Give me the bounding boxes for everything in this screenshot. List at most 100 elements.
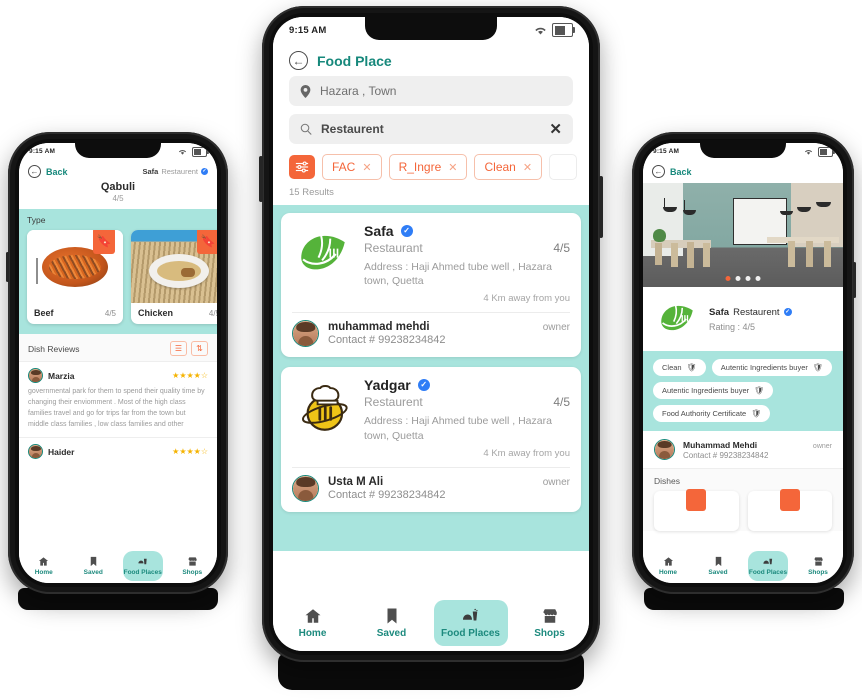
tag-label: Autentic Ingredients buyer (720, 363, 808, 372)
nav-label: Saved (376, 628, 407, 639)
sort-icon[interactable]: ⇅ (191, 341, 208, 356)
business-type: Restaurent (733, 306, 780, 318)
owner-role: owner (812, 442, 832, 450)
food-places-icon (138, 558, 147, 565)
nav-item-saved[interactable]: Saved (698, 551, 738, 581)
type-card[interactable]: 🔖 Chicken 4/5 (131, 230, 217, 324)
home-icon (663, 557, 673, 566)
notch (700, 143, 786, 158)
bookmark-icon[interactable]: 🔖 (93, 230, 115, 254)
nav-item-saved[interactable]: Saved (73, 551, 113, 581)
nav-item-shops[interactable]: Shops (172, 551, 212, 581)
divider (292, 312, 570, 314)
shield-icon: 🛡 (686, 363, 697, 372)
nav-item-home[interactable]: Home (648, 551, 688, 581)
restaurant-type: Restaurant (364, 241, 423, 255)
bookmark-icon[interactable]: 🔖 (197, 230, 217, 254)
phone-right-screen: 9:15 AM ← Back Safa Restaurent ✓ Rating … (643, 143, 843, 583)
gallery-dot[interactable] (735, 276, 741, 281)
close-icon[interactable]: ✕ (523, 161, 532, 174)
nav-item-food-places[interactable]: Food Places (433, 600, 508, 646)
verified-icon: ✓ (201, 168, 208, 175)
owner-row[interactable]: Usta M Ali owner Contact # 99238234842 (292, 474, 570, 502)
nav-label: Food Places (441, 628, 500, 639)
type-rating: 4/5 (208, 308, 217, 318)
food-places-icon (463, 608, 478, 621)
close-icon[interactable]: ✕ (362, 161, 371, 174)
business-rating: Rating : 4/5 (709, 321, 756, 332)
badge-type: Restaurent (161, 167, 198, 176)
bookmark-icon (387, 608, 396, 624)
gallery-image[interactable] (643, 183, 843, 287)
filter-chip[interactable]: Clean ✕ (474, 154, 543, 180)
restaurant-card[interactable]: Safa ✓ Restaurant 4/5 Address : Haji Ahm… (281, 213, 581, 358)
location-input[interactable]: Hazara , Town (289, 76, 573, 106)
leaf-fork-logo (655, 297, 699, 341)
restaurant-address: Address : Haji Ahmed tube well , Hazara … (364, 261, 552, 288)
close-icon[interactable]: ✕ (549, 120, 562, 138)
restaurant-card[interactable]: Yadgar ✓ Restaurent 4/5 Address : Haji A… (281, 367, 581, 512)
back-arrow-icon[interactable]: ← (289, 51, 308, 70)
owner-name: Usta M Ali (328, 475, 384, 488)
back-button-label[interactable]: Back (670, 167, 692, 177)
nav-item-food-places[interactable]: Food Places (122, 551, 163, 581)
phone-mid-screen: 9:15 AM ← Food Place Hazara , Town Resta… (273, 17, 589, 651)
nav-item-saved[interactable]: Saved (355, 600, 429, 646)
back-button-label[interactable]: Back (46, 167, 68, 177)
nav-item-home[interactable]: Home (276, 600, 350, 646)
owner-row[interactable]: muhammad mehdi owner Contact # 992382348… (292, 320, 570, 348)
type-card[interactable]: 🔖 Beef 4/5 (27, 230, 123, 324)
chip-label: R_Ingre (398, 160, 442, 174)
owner-row[interactable]: Muhammad Mehdi owner Contact # 992382348… (643, 431, 843, 469)
bookmark-icon[interactable] (686, 489, 707, 511)
certification-tag[interactable]: Autentic Ingredients buyer 🛡 (653, 382, 774, 399)
avatar (292, 474, 319, 502)
restaurant-rating: 4/5 (553, 395, 570, 410)
home-icon (305, 609, 320, 623)
certification-tag[interactable]: Clean 🛡 (653, 359, 706, 376)
chip-label: FAC (332, 160, 356, 174)
owner-contact: Contact # 99238234842 (328, 488, 446, 501)
nav-item-home[interactable]: Home (24, 551, 64, 581)
dish-card[interactable] (747, 489, 832, 531)
nav-item-shops[interactable]: Shops (798, 551, 838, 581)
badge-name: Safa (142, 167, 159, 176)
mid-header: ← Food Place (273, 43, 589, 76)
restaurant-name: Yadgar (364, 377, 411, 394)
filter-icon[interactable]: ☰ (170, 341, 187, 356)
search-icon (300, 123, 312, 135)
gallery-dot[interactable] (755, 276, 761, 281)
gallery-dot[interactable] (725, 276, 731, 281)
dish-card[interactable] (654, 489, 739, 531)
home-icon (39, 557, 49, 566)
review-text: governmental park for them to spend thei… (28, 388, 205, 428)
leaf-fork-logo (292, 223, 354, 285)
type-rating: 4/5 (104, 308, 116, 318)
back-arrow-icon[interactable]: ← (652, 165, 665, 178)
nav-item-food-places[interactable]: Food Places (748, 551, 788, 581)
restaurant-badge[interactable]: Safa Restaurent ✓ (142, 167, 208, 176)
certification-tag[interactable]: Food Authority Certificate 🛡 (653, 405, 771, 422)
filter-settings-icon[interactable] (289, 155, 315, 179)
battery-icon (552, 23, 575, 37)
search-input[interactable]: Restaurent ✕ (289, 114, 573, 144)
certification-tag[interactable]: Autentic Ingredients buyer 🛡 (711, 359, 833, 376)
filter-chip-overflow[interactable] (549, 154, 578, 180)
dishes-grid (643, 489, 843, 531)
nav-item-shops[interactable]: Shops (513, 600, 587, 646)
close-icon[interactable]: ✕ (448, 161, 457, 174)
restaurant-distance: 4 Km away from you (483, 447, 570, 459)
nav-label: Shops (808, 569, 828, 576)
nav-label: Shops (534, 628, 565, 639)
filter-chip[interactable]: FAC ✕ (322, 154, 382, 180)
gallery-dot[interactable] (745, 276, 751, 281)
phone-right: 9:15 AM ← Back Safa Restaurent ✓ Rating … (632, 132, 856, 594)
certification-tags: Clean 🛡 Autentic Ingredients buyer 🛡 Aut… (643, 351, 843, 431)
filter-chip[interactable]: R_Ingre ✕ (388, 154, 468, 180)
bookmark-icon[interactable] (779, 489, 800, 511)
location-pin-icon (300, 84, 311, 98)
back-arrow-icon[interactable]: ← (28, 165, 41, 178)
restaurant-list: Safa ✓ Restaurant 4/5 Address : Haji Ahm… (273, 205, 589, 551)
gallery-dots[interactable] (725, 276, 761, 281)
chef-bee-logo (292, 377, 354, 439)
